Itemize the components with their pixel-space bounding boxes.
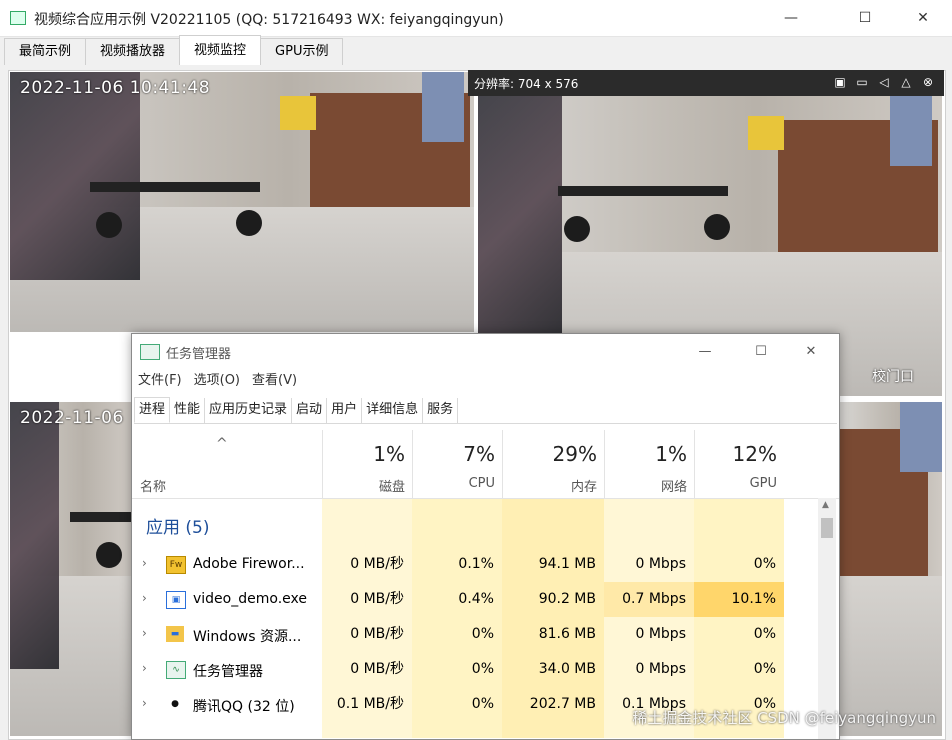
col-disk[interactable]: 1% 磁盘: [322, 430, 413, 498]
cell-disk: 0.1 MB/秒: [336, 696, 404, 712]
cell-net: 0 Mbps: [635, 661, 686, 677]
cell-mem: 202.7 MB: [529, 696, 596, 712]
tm-tabs: 进程 性能 应用历史记录 启动 用户 详细信息 服务: [134, 397, 837, 424]
snapshot-icon[interactable]: ▣: [832, 74, 848, 90]
process-name: video_demo.exe: [193, 591, 307, 607]
process-name: Windows 资源...: [193, 629, 302, 645]
cell-net: 0 Mbps: [635, 556, 686, 572]
fw-icon: Fw: [166, 556, 186, 574]
chevron-right-icon[interactable]: ›: [142, 661, 147, 675]
camera-view-3[interactable]: [10, 402, 132, 736]
sort-indicator[interactable]: ^: [216, 436, 228, 452]
col-memory[interactable]: 29% 内存: [502, 430, 605, 498]
process-table: ^ 名称 1% 磁盘 7% CPU 29% 内存 1% 网络 12% GPU 应用 (5)…: [132, 430, 839, 738]
tab-details[interactable]: 详细信息: [362, 398, 424, 423]
process-name: 任务管理器: [193, 664, 263, 680]
chevron-right-icon[interactable]: ›: [142, 626, 147, 640]
col-gpu[interactable]: 12% GPU: [694, 430, 785, 498]
cell-mem: 90.2 MB: [538, 591, 596, 607]
cell-cpu: 0.1%: [458, 556, 494, 572]
table-header: ^ 名称 1% 磁盘 7% CPU 29% 内存 1% 网络 12% GPU: [132, 430, 839, 499]
maximize-button[interactable]: ☐: [842, 0, 888, 36]
process-row[interactable]: › ▬ Windows 资源... 0 MB/秒 0% 81.6 MB 0 Mbps 0%: [132, 617, 839, 652]
chevron-right-icon[interactable]: ›: [142, 696, 147, 710]
col-network[interactable]: 1% 网络: [604, 430, 695, 498]
tm-titlebar: 任务管理器 — ☐ ✕: [132, 334, 839, 368]
cell-net: 0.7 Mbps: [604, 582, 694, 617]
camera-1-timestamp: 2022-11-06 10:41:48: [20, 78, 211, 98]
tm-close-button[interactable]: ✕: [788, 334, 834, 368]
window-title: 视频综合应用示例 V20221105 (QQ: 517216493 WX: fe…: [34, 12, 504, 28]
main-tabs: 最简示例 视频播放器 视频监控 GPU示例: [4, 35, 344, 66]
cell-gpu: 0%: [753, 661, 776, 677]
tab-startup[interactable]: 启动: [292, 398, 328, 423]
app-icon: [10, 11, 26, 25]
col-name[interactable]: 名称: [140, 476, 166, 495]
tm-menubar: 文件(F) 选项(O) 查看(V): [132, 370, 303, 392]
cell-mem: 81.6 MB: [538, 626, 596, 642]
cell-cpu: 0.4%: [458, 591, 494, 607]
tab-gpu[interactable]: GPU示例: [260, 38, 344, 65]
process-name: 腾讯QQ (32 位): [193, 699, 295, 715]
tab-simple[interactable]: 最简示例: [4, 38, 87, 65]
taskmgr-icon: [140, 344, 160, 360]
cell-disk: 0 MB/秒: [350, 626, 404, 642]
cell-gpu: 0%: [753, 626, 776, 642]
tab-player[interactable]: 视频播放器: [85, 38, 181, 65]
menu-view[interactable]: 查看(V): [246, 370, 303, 392]
menu-options[interactable]: 选项(O): [188, 370, 246, 392]
cell-cpu: 0%: [471, 626, 494, 642]
qq-icon: ●: [166, 696, 184, 712]
minimize-button[interactable]: —: [768, 0, 814, 36]
process-row[interactable]: › ▣ video_demo.exe 0 MB/秒 0.4% 90.2 MB 0.7 Mbp…: [132, 582, 839, 617]
folder-icon[interactable]: ▭: [854, 74, 870, 90]
camera-view-4[interactable]: [838, 402, 942, 736]
cell-gpu: 0%: [753, 556, 776, 572]
group-apps[interactable]: 应用 (5): [132, 499, 839, 547]
camera-2-label: 校门口: [872, 369, 914, 385]
col-cpu[interactable]: 7% CPU: [412, 430, 503, 498]
app-titlebar: 视频综合应用示例 V20221105 (QQ: 517216493 WX: fe…: [0, 0, 952, 37]
tab-app-history[interactable]: 应用历史记录: [205, 398, 293, 423]
close-icon[interactable]: ⊗: [920, 74, 936, 90]
menu-file[interactable]: 文件(F): [132, 370, 188, 392]
tab-processes[interactable]: 进程: [134, 397, 171, 423]
tab-performance[interactable]: 性能: [170, 398, 206, 423]
camera-3-timestamp: 2022-11-06: [20, 408, 124, 428]
chevron-right-icon[interactable]: ›: [142, 556, 147, 570]
tm-maximize-button[interactable]: ☐: [738, 334, 784, 368]
vertical-scrollbar[interactable]: ▲: [818, 498, 836, 739]
cell-disk: 0 MB/秒: [350, 556, 404, 572]
watermark: 稀土掘金技术社区 CSDN @feiyangqingyun: [632, 709, 936, 727]
tab-monitor[interactable]: 视频监控: [179, 35, 262, 65]
tab-services[interactable]: 服务: [423, 398, 459, 423]
cell-disk: 0 MB/秒: [350, 661, 404, 677]
cell-mem: 94.1 MB: [538, 556, 596, 572]
exe-icon: ▣: [166, 591, 186, 609]
task-manager-window: 任务管理器 — ☐ ✕ 文件(F) 选项(O) 查看(V) 进程 性能 应用历史…: [131, 333, 840, 740]
taskmgr-icon: ∿: [166, 661, 186, 679]
chevron-right-icon[interactable]: ›: [142, 591, 147, 605]
cell-gpu: 10.1%: [694, 582, 784, 617]
tm-title: 任务管理器: [166, 347, 232, 362]
close-button[interactable]: ✕: [900, 0, 946, 36]
sound-icon[interactable]: ◁: [876, 74, 892, 90]
process-row[interactable]: › Fw Adobe Firewor... 0 MB/秒 0.1% 94.1 MB 0 Mb…: [132, 547, 839, 582]
alarm-icon[interactable]: △: [898, 74, 914, 90]
cell-cpu: 0%: [471, 661, 494, 677]
process-row[interactable]: › ∿ 任务管理器 0 MB/秒 0% 34.0 MB 0 Mbps 0%: [132, 652, 839, 687]
tab-users[interactable]: 用户: [327, 398, 363, 423]
camera-2-toolbar: 分辨率: 704 x 576 ▣ ▭ ◁ △ ⊗: [468, 70, 944, 96]
cell-cpu: 0%: [471, 696, 494, 712]
camera-view-1[interactable]: [10, 72, 474, 332]
cell-disk: 0 MB/秒: [350, 591, 404, 607]
resolution-label: 分辨率: 704 x 576: [474, 77, 579, 91]
cell-mem: 34.0 MB: [538, 661, 596, 677]
tm-minimize-button[interactable]: —: [682, 334, 728, 368]
folder-icon: ▬: [166, 626, 184, 642]
process-name: Adobe Firewor...: [193, 556, 305, 572]
cell-net: 0 Mbps: [635, 626, 686, 642]
